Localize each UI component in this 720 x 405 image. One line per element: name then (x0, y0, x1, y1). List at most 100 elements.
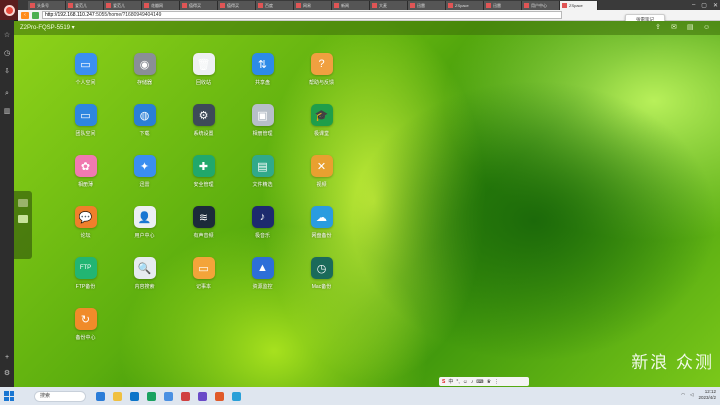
browser-tab[interactable]: 新闻 (332, 1, 370, 10)
back-arrow-icon[interactable]: ‹ (21, 11, 29, 19)
device-name[interactable]: Z2Pro-FQSP-5519 ▾ (20, 24, 75, 31)
chrome-icon[interactable] (232, 391, 241, 401)
ime-toolbar[interactable]: S 中 °, ☺ ♪ ⌨ ♛ ⋮ (439, 377, 529, 386)
ftp-icon: FTP (74, 257, 97, 279)
tab-favicon-icon (410, 3, 415, 8)
app-tile[interactable]: FTP FTP备份 (56, 257, 115, 308)
app-tile[interactable]: ⚙ 系统设置 (174, 104, 233, 155)
browser-tab[interactable]: 大麦 (370, 1, 408, 10)
app-tile[interactable]: ✿ 相册薄 (56, 155, 115, 206)
pinned-apps (96, 391, 241, 401)
tab-label: 新闻 (341, 2, 349, 8)
app-label: 内容搜索 (134, 284, 155, 290)
app-label: 资源监控 (252, 284, 273, 290)
app-tile[interactable]: ☁ 网盘备份 (292, 206, 351, 257)
app-taskbar-icon[interactable] (198, 391, 207, 401)
browser-tab[interactable]: ZSpace (446, 1, 484, 10)
app-tile[interactable]: ♪ 极音乐 (233, 206, 292, 257)
app-tile[interactable]: 💬 论坛 (56, 206, 115, 257)
wifi-icon[interactable]: ◠ (681, 392, 685, 398)
photoshop-icon[interactable] (215, 391, 224, 401)
app-tile[interactable]: ✦ 迅雷 (115, 155, 174, 206)
browser-tab[interactable]: 值得买 (180, 1, 218, 10)
settings-gear-icon[interactable]: ⚙ (3, 370, 11, 378)
user-icon[interactable]: ☺ (703, 24, 710, 31)
app-label: 极音乐 (254, 233, 270, 239)
clock[interactable]: 12:12 2023/4/2 (698, 389, 716, 401)
app-tile[interactable]: 👤 用户中心 (115, 206, 174, 257)
app-tile[interactable]: ▭ 团队空间 (56, 104, 115, 155)
app-tile[interactable]: ◉ 存储器 (115, 53, 174, 104)
taskbar-search[interactable]: 搜索 (34, 390, 86, 402)
maximize-icon[interactable]: ▢ (701, 2, 707, 9)
browser-tabs: 头条号 爱范儿 爱范儿 花瓣网 值得买 值得买 百度 网易 新闻 大麦 迅雷 ZSpace 迅雷 用户中心… (28, 1, 598, 10)
video-icon: ✕ (310, 155, 333, 177)
file-explorer-icon[interactable] (113, 391, 122, 401)
app-tile[interactable]: ◷ Mac备份 (292, 257, 351, 308)
search-icon[interactable]: ⌕ (3, 90, 11, 98)
app-tile[interactable]: 🗑 回收站 (174, 53, 233, 104)
app-tile[interactable]: ✕ 视频 (292, 155, 351, 206)
windows-start-icon[interactable] (4, 391, 14, 401)
message-icon[interactable]: ✉ (671, 24, 678, 31)
add-icon[interactable]: + (3, 354, 11, 362)
app-label: Mac备份 (311, 284, 332, 290)
close-icon[interactable]: ✕ (713, 2, 718, 9)
history-clock-icon[interactable]: ◷ (3, 50, 11, 58)
app-tile[interactable]: ≋ 有声音频 (174, 206, 233, 257)
minimize-icon[interactable]: – (692, 2, 695, 8)
url-field[interactable]: http://192.168.110.247:5055/home/?168094… (42, 11, 562, 19)
upload-icon[interactable]: ⇪ (655, 24, 662, 31)
browser-taskbar-icon[interactable] (181, 391, 190, 401)
app-tile[interactable]: ▣ 相册管理 (233, 104, 292, 155)
browser-tab[interactable]: 网易 (294, 1, 332, 10)
browser-tab[interactable]: 迅雷 (408, 1, 446, 10)
qq-icon[interactable] (164, 391, 173, 401)
photo-manager-icon: ▣ (251, 104, 274, 126)
browser-tab[interactable]: 迅雷 (484, 1, 522, 10)
downloads-icon[interactable]: ⇩ (3, 68, 11, 76)
browser-menu-button[interactable] (0, 0, 18, 20)
dock-apps-grid-icon[interactable] (18, 215, 28, 223)
app-tile[interactable]: ▭ 记事本 (174, 257, 233, 308)
browser-tab[interactable]: 值得买 (218, 1, 256, 10)
app-tile[interactable]: 🔍 内容搜索 (115, 257, 174, 308)
notification-icon[interactable]: ▤ (687, 24, 694, 31)
app-tile[interactable]: 🎓 极课堂 (292, 104, 351, 155)
games-icon[interactable]: ▥ (3, 108, 11, 116)
app-tile[interactable]: ▭ 个人空间 (56, 53, 115, 104)
app-label: 团队空间 (75, 131, 96, 137)
app-tile[interactable]: ▲ 资源监控 (233, 257, 292, 308)
user-center-icon: 👤 (133, 206, 156, 228)
app-tile[interactable]: ↻ 备份中心 (56, 308, 115, 359)
wechat-icon[interactable] (147, 391, 156, 401)
app-tile[interactable]: ✚ 安全管理 (174, 155, 233, 206)
app-tile[interactable]: ? 帮助与反馈 (292, 53, 351, 104)
share-icon: ⇅ (251, 53, 274, 75)
app-label: 论坛 (80, 233, 91, 239)
browser-tab[interactable]: 百度 (256, 1, 294, 10)
tab-label: 爱范儿 (75, 2, 87, 8)
star-icon[interactable]: ☆ (3, 32, 11, 40)
url-host: http://192.168.110.247 (45, 12, 95, 18)
app-tile[interactable]: ▤ 文件精选 (233, 155, 292, 206)
browser-tab[interactable]: 爱范儿 (104, 1, 142, 10)
app-label: 共享盘 (254, 80, 270, 86)
volume-icon[interactable]: ◁ (690, 392, 693, 398)
header-icons: ⇪ ✉ ▤ ☺ (655, 24, 710, 31)
browser-tab[interactable]: 头条号 (28, 1, 66, 10)
dock-storage-icon[interactable] (18, 199, 28, 207)
clock-date: 2023/4/2 (698, 395, 716, 400)
nas-desktop: Z2Pro-FQSP-5519 ▾ ⇪ ✉ ▤ ☺ ▭ 个人空间 ◉ 存储器 🗑 回收站 ⇅… (14, 21, 720, 387)
edge-icon[interactable] (130, 391, 139, 401)
tab-label: 百度 (265, 2, 273, 8)
browser-tab[interactable]: 爱范儿 (66, 1, 104, 10)
browser-tab[interactable]: 用户中心 (522, 1, 560, 10)
app-tile[interactable]: ◍ 下载 (115, 104, 174, 155)
app-tile[interactable]: ⇅ 共享盘 (233, 53, 292, 104)
task-view-icon[interactable] (96, 391, 105, 401)
tab-favicon-icon (144, 3, 149, 8)
browser-tab[interactable]: ZSpace (560, 1, 598, 10)
app-label: 下载 (139, 131, 150, 137)
browser-tab[interactable]: 花瓣网 (142, 1, 180, 10)
